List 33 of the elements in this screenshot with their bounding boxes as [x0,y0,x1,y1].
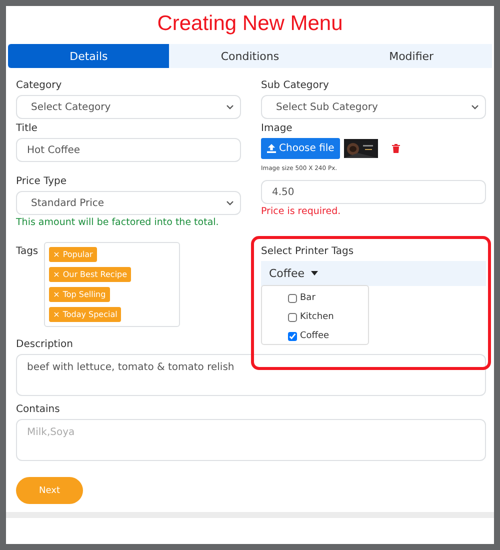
menu-option[interactable]: Bar [288,292,368,304]
page-title: Creating New Menu [156,12,344,36]
field-label: Category [16,80,62,91]
price-type-select[interactable]: Standard Price [16,191,241,215]
chevron-icon [226,199,234,207]
field-label: Contains [16,404,60,415]
checkbox[interactable] [288,294,297,302]
upload-icon [267,144,276,153]
field-label: Description [16,339,73,350]
sub-category-select[interactable]: Select Sub Category [261,95,486,119]
chevron-icon [226,103,234,111]
tab[interactable]: Details [8,44,170,68]
category-select[interactable]: Select Category [16,95,241,119]
field-label: Sub Category [261,80,329,91]
choose-file-button[interactable]: Choose file [261,138,340,159]
description-input[interactable]: beef with lettuce, tomato & tomato relish [16,354,486,396]
title-input[interactable]: Hot Coffee [16,138,241,162]
checkbox[interactable] [288,332,297,340]
field-label: Tags [16,246,38,257]
chevron-icon [471,103,479,111]
price-error: Price is required. [261,206,342,217]
trash-icon[interactable] [392,144,400,153]
menu-option[interactable]: Kitchen [288,311,368,323]
field-label: Title [16,123,38,134]
price-input[interactable]: 4.50 [261,180,486,204]
menu-option[interactable]: Coffee [288,330,368,342]
field-label: Image [261,123,292,134]
checkbox[interactable] [288,312,297,322]
caret-icon [310,271,318,276]
printer-tags-dropdown[interactable]: Coffee [261,261,486,286]
price-type-note: This amount will be factored into the total. [16,217,220,228]
field-label: Select Printer Tags [261,246,354,257]
field-label: Price Type [16,176,67,187]
